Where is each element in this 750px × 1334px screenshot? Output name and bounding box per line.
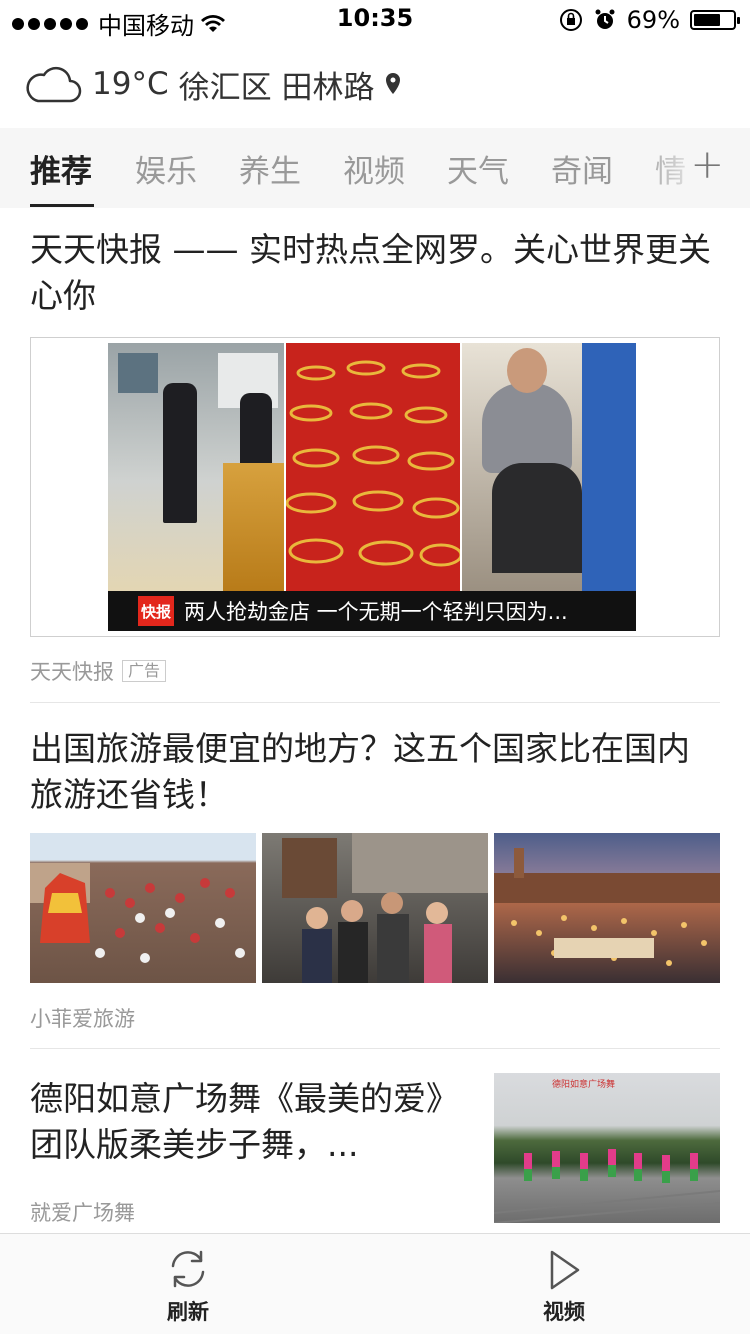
- ad-image-panel-arrest: [462, 343, 636, 595]
- weather-bar[interactable]: 19°C 徐汇区 田林路: [24, 56, 402, 112]
- tab-weather[interactable]: 天气: [447, 146, 509, 191]
- tab-entertainment[interactable]: 娱乐: [135, 146, 197, 191]
- dance-source: 就爱广场舞: [30, 1201, 135, 1225]
- kuaibao-logo: 快报: [138, 596, 174, 626]
- category-tabs: 推荐 娱乐 养生 视频 天气 奇闻 情 +: [0, 128, 750, 208]
- article-thumbnail-2[interactable]: [262, 833, 488, 983]
- ad-caption-text: 两人抢劫金店 一个无期一个轻判只因为...: [184, 600, 568, 624]
- refresh-button[interactable]: 刷新: [160, 1246, 216, 1326]
- status-bar: 中国移动 10:35 69%: [0, 0, 750, 40]
- play-icon: [550, 1250, 580, 1290]
- bottom-nav: 刷新 视频: [0, 1233, 750, 1334]
- ad-article-title[interactable]: 天天快报 —— 实时热点全网罗。关心世界更关心你: [30, 227, 720, 319]
- ad-source: 天天快报: [30, 660, 114, 684]
- location-pin-icon: [386, 73, 401, 94]
- ad-image-panel-gold: [285, 343, 463, 595]
- alarm-icon: [595, 9, 615, 29]
- weather-location: 徐汇区 田林路: [178, 69, 375, 106]
- rotation-lock-icon: [559, 9, 582, 31]
- battery-icon: [690, 10, 740, 30]
- article-title-dance[interactable]: 德阳如意广场舞《最美的爱》团队版柔美步子舞，...: [30, 1076, 470, 1168]
- tab-health[interactable]: 养生: [239, 146, 301, 191]
- video-button[interactable]: 视频: [536, 1248, 592, 1326]
- refresh-label: 刷新: [167, 1300, 209, 1324]
- dance-meta: 就爱广场舞: [30, 1197, 135, 1227]
- plus-icon[interactable]: +: [690, 142, 724, 188]
- divider: [30, 1048, 720, 1049]
- article-title-travel[interactable]: 出国旅游最便宜的地方？这五个国家比在国内旅游还省钱！: [30, 726, 720, 818]
- ad-image[interactable]: 快报 两人抢劫金店 一个无期一个轻判只因为...: [108, 343, 636, 631]
- ad-image-panel-store: [108, 343, 284, 595]
- ad-badge: 广告: [122, 660, 167, 682]
- active-tab-indicator: [30, 204, 94, 207]
- tab-oddities[interactable]: 奇闻: [551, 146, 613, 191]
- status-right: 69%: [559, 6, 740, 34]
- article-thumbnail-1[interactable]: [30, 833, 256, 983]
- cloud-icon: [26, 66, 82, 103]
- weather-temperature: 19°C: [92, 66, 169, 102]
- battery-percent: 69%: [626, 6, 680, 34]
- article-thumbnail-3[interactable]: [494, 833, 720, 983]
- divider: [30, 702, 720, 703]
- travel-meta: 小菲爱旅游: [30, 1003, 135, 1033]
- tab-recommend[interactable]: 推荐: [30, 146, 92, 191]
- video-label: 视频: [543, 1300, 585, 1324]
- ad-caption-bar: 快报 两人抢劫金店 一个无期一个轻判只因为...: [108, 591, 636, 631]
- tab-video[interactable]: 视频: [343, 146, 405, 191]
- refresh-icon: [171, 1250, 205, 1288]
- article-thumbnail-dance[interactable]: 德阳如意广场舞: [494, 1073, 720, 1223]
- travel-source: 小菲爱旅游: [30, 1007, 135, 1031]
- ad-meta: 天天快报 广告: [30, 656, 167, 686]
